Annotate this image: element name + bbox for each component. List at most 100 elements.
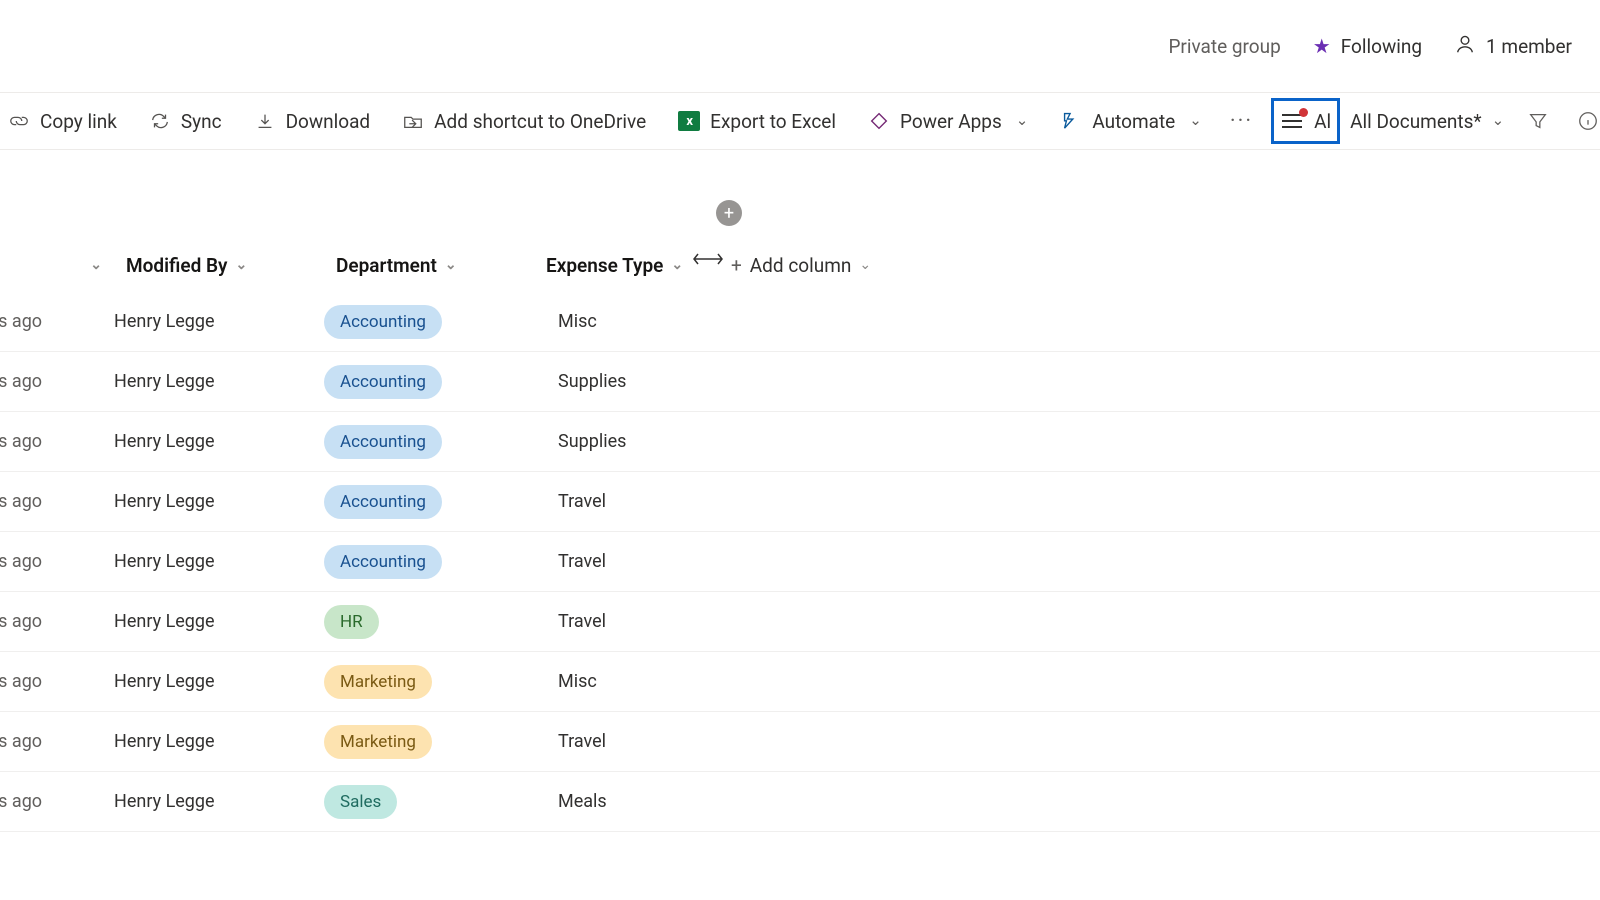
document-list: + Modified By Department Expense Type + … (0, 150, 1600, 832)
department-pill: Accounting (324, 545, 442, 579)
table-row[interactable]: ds agoHenry Legge Accounting Supplies (0, 352, 1600, 412)
sync-label: Sync (181, 110, 222, 133)
cell-modified-by: Henry Legge (102, 551, 312, 572)
more-commands-button[interactable]: ··· (1220, 109, 1263, 134)
filter-button[interactable] (1516, 93, 1560, 149)
filter-icon (1527, 110, 1549, 132)
download-icon (254, 111, 276, 131)
cell-modified: ds ago (0, 731, 102, 752)
department-pill: Accounting (324, 485, 442, 519)
export-excel-button[interactable]: x Export to Excel (664, 93, 850, 149)
table-row[interactable]: ds agoHenry LeggeAccountingTravel (0, 532, 1600, 592)
department-pill: HR (324, 605, 379, 639)
cell-expense-type: Misc (522, 671, 712, 692)
table-row[interactable]: ds agoHenry LeggeMarketingMisc (0, 652, 1600, 712)
table-row[interactable]: ds agoHenry LeggeAccountingTravel (0, 472, 1600, 532)
onedrive-shortcut-icon (402, 111, 424, 131)
person-icon (1454, 33, 1476, 60)
add-column-label: Add column (750, 254, 852, 277)
cell-modified: ds ago (0, 791, 102, 812)
cell-modified-by: Henry Legge (102, 611, 312, 632)
view-name-label: All Documents* (1350, 110, 1482, 133)
cell-modified-by: Henry Legge (102, 371, 312, 392)
cell-modified-by: Henry Legge (102, 311, 312, 332)
chevron-down-icon (1189, 110, 1202, 133)
power-apps-label: Power Apps (900, 110, 1002, 133)
cell-expense-type: Travel (522, 491, 712, 512)
column-header-department-label: Department (336, 254, 437, 277)
table-row[interactable]: ds agoHenry LeggeMarketingTravel (0, 712, 1600, 772)
cell-department: Sales (312, 785, 522, 819)
chevron-down-icon (671, 254, 683, 277)
department-pill: Accounting (324, 365, 442, 399)
cell-expense-type: Misc (522, 311, 712, 332)
download-label: Download (286, 110, 371, 133)
cell-department: Accounting (312, 365, 522, 399)
view-name-dropdown[interactable]: All Documents* (1344, 93, 1510, 149)
copy-link-button[interactable]: Copy link (0, 93, 131, 149)
link-icon (8, 111, 30, 131)
info-button[interactable] (1566, 93, 1600, 149)
cell-modified-by: Henry Legge (102, 791, 312, 812)
excel-icon: x (678, 111, 700, 131)
add-column-button[interactable]: + Add column (719, 254, 899, 277)
automate-icon (1060, 109, 1082, 134)
star-icon: ★ (1313, 34, 1331, 58)
column-header-modified-by-label: Modified By (126, 254, 228, 277)
power-apps-button[interactable]: Power Apps (854, 93, 1042, 149)
column-header-modified[interactable] (0, 254, 114, 277)
members-button[interactable]: 1 member (1454, 33, 1572, 60)
info-icon (1577, 110, 1599, 132)
group-privacy-label: Private group (1168, 35, 1280, 58)
cell-modified: ds ago (0, 371, 102, 392)
sync-button[interactable]: Sync (135, 93, 236, 149)
cell-department: Marketing (312, 725, 522, 759)
cell-department: Accounting (312, 305, 522, 339)
table-row[interactable]: ds agoHenry LeggeAccountingMisc (0, 292, 1600, 352)
automate-button[interactable]: Automate (1046, 93, 1216, 149)
table-row[interactable]: ds agoHenry LeggeSalesMeals (0, 772, 1600, 832)
chevron-down-icon (90, 254, 102, 277)
automate-label: Automate (1092, 110, 1175, 133)
following-label: Following (1341, 35, 1422, 58)
cell-department: Accounting (312, 545, 522, 579)
copy-link-label: Copy link (40, 110, 117, 133)
cell-modified-by: Henry Legge (102, 671, 312, 692)
column-header-department[interactable]: Department (324, 254, 534, 277)
department-pill: Marketing (324, 665, 432, 699)
cell-department: HR (312, 605, 522, 639)
cell-expense-type: Meals (522, 791, 712, 812)
cell-expense-type: Travel (522, 551, 712, 572)
column-header-expense-type-label: Expense Type (546, 254, 663, 277)
chevron-down-icon (1016, 110, 1029, 133)
column-headers-row: Modified By Department Expense Type + Ad… (0, 240, 1600, 290)
export-excel-label: Export to Excel (710, 110, 836, 133)
download-button[interactable]: Download (240, 93, 385, 149)
sync-icon (149, 111, 171, 131)
add-column-quick-button[interactable]: + (716, 200, 742, 226)
cell-department: Accounting (312, 425, 522, 459)
department-pill: Marketing (324, 725, 432, 759)
view-switcher-highlighted[interactable]: Al (1271, 98, 1340, 144)
members-label: 1 member (1486, 35, 1572, 58)
add-to-onedrive-button[interactable]: Add shortcut to OneDrive (388, 93, 660, 149)
chevron-down-icon (859, 254, 871, 277)
column-header-expense-type[interactable]: Expense Type (534, 254, 719, 277)
cell-expense-type: Supplies (522, 371, 712, 392)
column-header-modified-by[interactable]: Modified By (114, 254, 324, 277)
table-row[interactable]: ds agoHenry LeggeAccountingSupplies (0, 412, 1600, 472)
following-button[interactable]: ★ Following (1313, 34, 1422, 58)
list-view-icon (1282, 112, 1306, 130)
site-header: Private group ★ Following 1 member (0, 0, 1600, 92)
add-to-onedrive-label: Add shortcut to OneDrive (434, 110, 646, 133)
cell-expense-type: Supplies (522, 431, 712, 452)
chevron-down-icon (1492, 110, 1505, 133)
plus-icon: + (731, 254, 742, 277)
table-row[interactable]: ds agoHenry LeggeHRTravel (0, 592, 1600, 652)
cell-modified: ds ago (0, 431, 102, 452)
table-body: ds agoHenry LeggeAccountingMiscds agoHen… (0, 292, 1600, 832)
cell-modified-by: Henry Legge (102, 491, 312, 512)
cell-department: Marketing (312, 665, 522, 699)
cell-modified: ds ago (0, 611, 102, 632)
chevron-down-icon (445, 254, 457, 277)
